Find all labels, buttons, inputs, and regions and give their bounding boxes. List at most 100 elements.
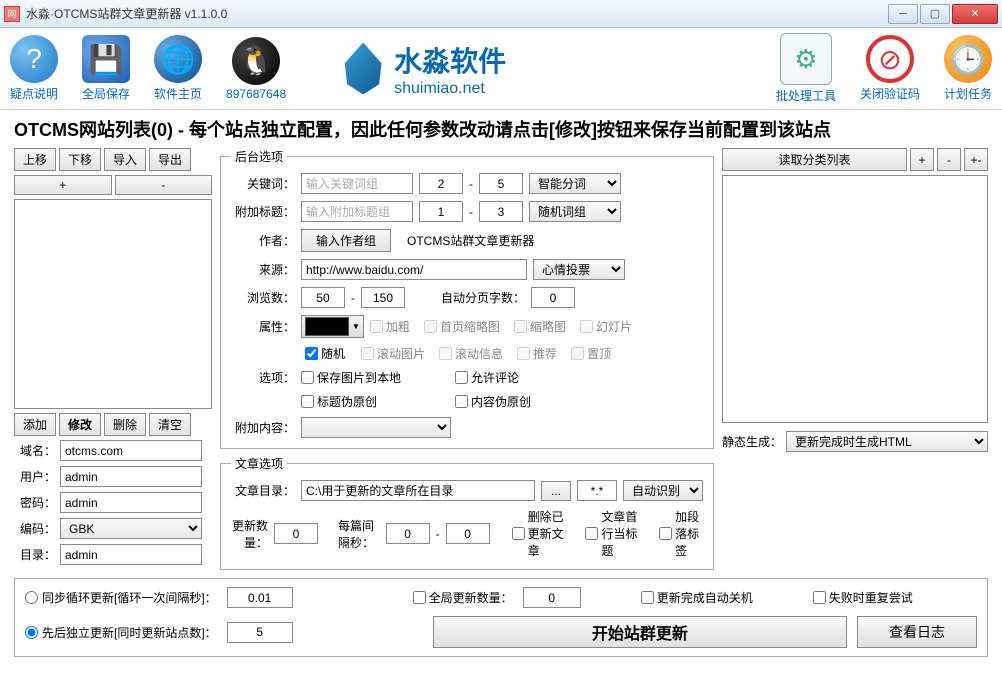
update-count-input[interactable] xyxy=(274,523,318,544)
title-min-input[interactable] xyxy=(419,201,463,222)
views-min-input[interactable] xyxy=(301,287,345,308)
qq-icon: 🐧 xyxy=(232,37,280,85)
import-button[interactable]: 导入 xyxy=(104,148,146,171)
retry-on-fail-checkbox[interactable]: 失败时重复尝试 xyxy=(813,589,913,606)
color-select[interactable]: ▼ xyxy=(301,315,364,338)
add-site-button[interactable]: 添加 xyxy=(14,413,56,436)
paragraph-tag-checkbox[interactable]: 加段落标签 xyxy=(659,508,703,559)
site-minus-button[interactable]: - xyxy=(115,175,213,195)
homepage-button[interactable]: 🌐软件主页 xyxy=(154,35,202,102)
encoding-label: 编码： xyxy=(14,520,56,537)
random-checkbox[interactable]: 随机 xyxy=(305,345,345,362)
move-down-button[interactable]: 下移 xyxy=(59,148,101,171)
edit-site-button[interactable]: 修改 xyxy=(59,413,101,436)
qq-button[interactable]: 🐧897687648 xyxy=(226,37,286,101)
encoding-select[interactable]: GBK xyxy=(60,518,202,539)
top-checkbox[interactable]: 置顶 xyxy=(571,345,611,362)
attr-label: 属性： xyxy=(231,318,295,335)
keyword-min-input[interactable] xyxy=(419,173,463,194)
export-button[interactable]: 导出 xyxy=(149,148,191,171)
read-categories-button[interactable]: 读取分类列表 xyxy=(722,148,907,171)
domain-label: 域名： xyxy=(14,442,56,459)
cat-plus-button[interactable]: + xyxy=(910,148,934,171)
window-title: 水淼·OTCMS站群文章更新器 v1.1.0.0 xyxy=(26,5,888,22)
browse-dir-button[interactable]: ... xyxy=(541,481,571,501)
cat-pm-button[interactable]: +- xyxy=(964,148,988,171)
article-dir-input[interactable] xyxy=(301,480,535,501)
keyword-max-input[interactable] xyxy=(479,173,523,194)
option-label: 选项： xyxy=(231,369,295,386)
article-fieldset: 文章选项 文章目录： ... 自动识别 更新数量： 每篇间隔秒： - 删除已更新… xyxy=(220,455,714,570)
sync-interval-input[interactable] xyxy=(227,587,293,608)
save-icon: 💾 xyxy=(82,35,130,83)
clock-icon: 🕒 xyxy=(944,35,992,83)
batch-tool-button[interactable]: ⚙批处理工具 xyxy=(776,33,836,104)
keyword-mode-select[interactable]: 智能分词 xyxy=(529,173,621,194)
sync-loop-radio[interactable]: 同步循环更新[循环一次间隔秒]： xyxy=(25,589,217,606)
password-label: 密码： xyxy=(14,494,56,511)
gap-max-input[interactable] xyxy=(446,523,490,544)
static-gen-select[interactable]: 更新完成时生成HTML xyxy=(786,431,988,452)
thumb-checkbox[interactable]: 缩略图 xyxy=(514,318,566,335)
bold-checkbox[interactable]: 加粗 xyxy=(370,318,410,335)
auto-detect-select[interactable]: 自动识别 xyxy=(623,480,703,501)
site-listbox[interactable] xyxy=(14,199,212,409)
fake-title-checkbox[interactable]: 标题伪原创 xyxy=(301,393,377,410)
sequential-radio[interactable]: 先后独立更新[同时更新站点数]： xyxy=(25,624,217,641)
author-group-button[interactable]: 输入作者组 xyxy=(301,229,391,252)
save-all-button[interactable]: 💾全局保存 xyxy=(82,35,130,102)
minimize-button[interactable]: ─ xyxy=(888,4,918,24)
global-count-checkbox[interactable]: 全局更新数量： xyxy=(413,589,513,606)
views-max-input[interactable] xyxy=(361,287,405,308)
title-mode-select[interactable]: 随机词组 xyxy=(529,201,621,222)
home-thumb-checkbox[interactable]: 首页缩略图 xyxy=(424,318,500,335)
scroll-img-checkbox[interactable]: 滚动图片 xyxy=(361,345,425,362)
category-listbox[interactable] xyxy=(722,175,988,423)
color-swatch xyxy=(305,317,349,336)
help-button[interactable]: ?疑点说明 xyxy=(10,35,58,102)
user-label: 用户： xyxy=(14,468,56,485)
site-plus-button[interactable]: + xyxy=(14,175,112,195)
global-count-input[interactable] xyxy=(523,587,581,608)
ext-input[interactable] xyxy=(577,480,617,501)
dir-label: 目录： xyxy=(14,546,56,563)
chevron-down-icon: ▼ xyxy=(352,322,360,331)
move-up-button[interactable]: 上移 xyxy=(14,148,56,171)
fake-content-checkbox[interactable]: 内容伪原创 xyxy=(455,393,531,410)
user-input[interactable] xyxy=(60,466,202,487)
recommend-checkbox[interactable]: 推荐 xyxy=(517,345,557,362)
scroll-info-checkbox[interactable]: 滚动信息 xyxy=(439,345,503,362)
view-log-button[interactable]: 查看日志 xyxy=(857,616,977,648)
author-value: OTCMS站群文章更新器 xyxy=(407,232,534,249)
title-max-input[interactable] xyxy=(479,201,523,222)
source-input[interactable] xyxy=(301,259,527,280)
slide-checkbox[interactable]: 幻灯片 xyxy=(580,318,632,335)
allow-comment-checkbox[interactable]: 允许评论 xyxy=(455,369,519,386)
firstline-title-checkbox[interactable]: 文章首行当标题 xyxy=(585,508,643,559)
auto-shutdown-checkbox[interactable]: 更新完成自动关机 xyxy=(641,589,753,606)
cat-minus-button[interactable]: - xyxy=(937,148,961,171)
clear-sites-button[interactable]: 清空 xyxy=(149,413,191,436)
parallel-sites-input[interactable] xyxy=(227,622,293,643)
save-img-checkbox[interactable]: 保存图片到本地 xyxy=(301,369,401,386)
close-captcha-button[interactable]: ⊘关闭验证码 xyxy=(860,35,920,102)
maximize-button[interactable]: ▢ xyxy=(920,4,950,24)
password-input[interactable] xyxy=(60,492,202,513)
delete-site-button[interactable]: 删除 xyxy=(104,413,146,436)
static-gen-label: 静态生成： xyxy=(722,433,782,450)
domain-input[interactable] xyxy=(60,440,202,461)
delete-updated-checkbox[interactable]: 删除已更新文章 xyxy=(512,508,570,559)
gap-min-input[interactable] xyxy=(386,523,430,544)
source-mode-select[interactable]: 心情投票 xyxy=(533,259,625,280)
extra-content-label: 附加内容： xyxy=(231,419,295,436)
bottom-panel: 同步循环更新[循环一次间隔秒]： 全局更新数量： 更新完成自动关机 失败时重复尝… xyxy=(14,578,988,657)
schedule-button[interactable]: 🕒计划任务 xyxy=(944,35,992,102)
autopage-input[interactable] xyxy=(531,287,575,308)
close-button[interactable]: ✕ xyxy=(952,4,998,24)
extra-title-input[interactable] xyxy=(301,201,413,222)
keyword-input[interactable] xyxy=(301,173,413,194)
start-update-button[interactable]: 开始站群更新 xyxy=(433,616,847,648)
help-icon: ? xyxy=(10,35,58,83)
extra-content-select[interactable] xyxy=(301,417,451,438)
dir-input[interactable] xyxy=(60,544,202,565)
